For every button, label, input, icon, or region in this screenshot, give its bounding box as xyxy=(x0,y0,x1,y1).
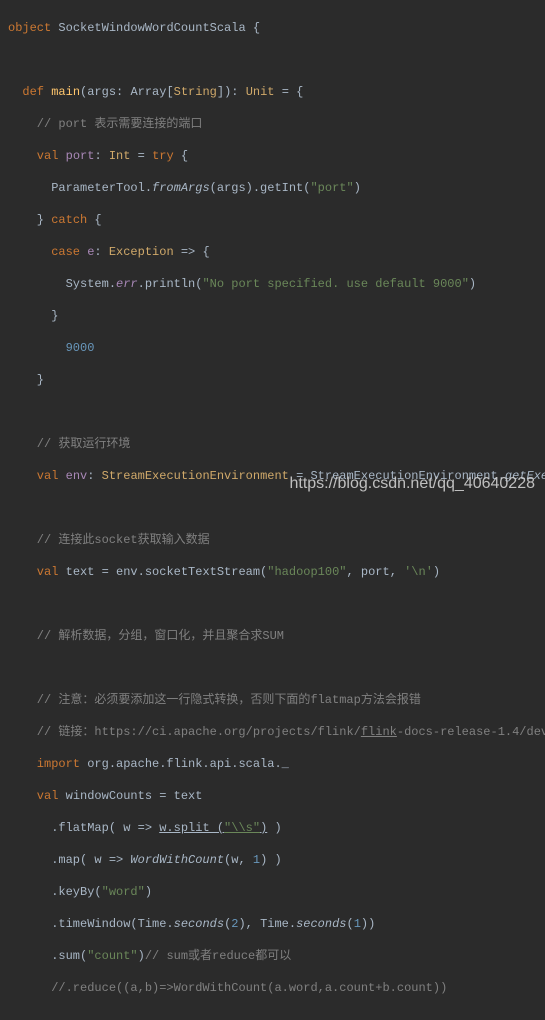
code-line: .sum("count")// sum或者reduce都可以 xyxy=(8,948,537,964)
code-line: def main(args: Array[String]): Unit = { xyxy=(8,84,537,100)
code-line: .map( w => WordWithCount(w, 1) ) xyxy=(8,852,537,868)
code-line: case e: Exception => { xyxy=(8,244,537,260)
code-line xyxy=(8,404,537,420)
code-line: // port 表示需要连接的端口 xyxy=(8,116,537,132)
code-line xyxy=(8,660,537,676)
code-line: } xyxy=(8,308,537,324)
code-line: .keyBy("word") xyxy=(8,884,537,900)
code-line: object SocketWindowWordCountScala { xyxy=(8,20,537,36)
watermark-text: https://blog.csdn.net/qq_40640228 xyxy=(289,476,535,492)
code-line xyxy=(8,596,537,612)
code-line: // 连接此socket获取输入数据 xyxy=(8,532,537,548)
code-line: 9000 xyxy=(8,340,537,356)
code-line: //.reduce((a,b)=>WordWithCount(a.word,a.… xyxy=(8,980,537,996)
code-editor[interactable]: object SocketWindowWordCountScala { def … xyxy=(0,0,545,1020)
code-line: // 获取运行环境 xyxy=(8,436,537,452)
code-line: // 链接：https://ci.apache.org/projects/fli… xyxy=(8,724,537,740)
code-line: } xyxy=(8,372,537,388)
code-line xyxy=(8,500,537,516)
code-line: .timeWindow(Time.seconds(2), Time.second… xyxy=(8,916,537,932)
code-line xyxy=(8,52,537,68)
code-line: val windowCounts = text xyxy=(8,788,537,804)
code-line: // 注意：必须要添加这一行隐式转换，否则下面的flatmap方法会报错 xyxy=(8,692,537,708)
code-line: } catch { xyxy=(8,212,537,228)
code-line: val text = env.socketTextStream("hadoop1… xyxy=(8,564,537,580)
code-line xyxy=(8,1012,537,1020)
code-line: ParameterTool.fromArgs(args).getInt("por… xyxy=(8,180,537,196)
code-line: // 解析数据，分组，窗口化，并且聚合求SUM xyxy=(8,628,537,644)
code-line: .flatMap( w => w.split ("\\s") ) xyxy=(8,820,537,836)
code-line: System.err.println("No port specified. u… xyxy=(8,276,537,292)
code-line: val port: Int = try { xyxy=(8,148,537,164)
code-line: import org.apache.flink.api.scala._ xyxy=(8,756,537,772)
